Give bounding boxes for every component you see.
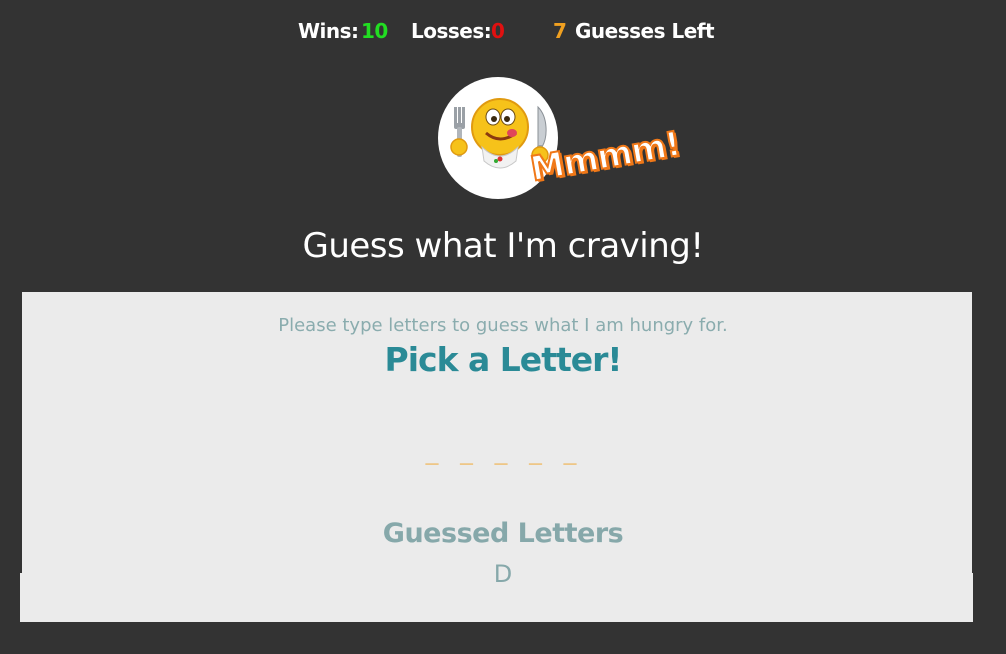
pick-letter-prompt: Pick a Letter! xyxy=(384,340,623,379)
instructions-text: Please type letters to guess what I am h… xyxy=(278,315,728,336)
losses-label: Losses: xyxy=(411,19,492,43)
guessed-letters-list: D xyxy=(493,560,513,588)
losses-count: 0 xyxy=(491,19,505,43)
guessed-letters-heading: Guessed Letters xyxy=(382,518,624,549)
guesses-left-label: Guesses Left xyxy=(575,19,715,43)
wins-count: 10 xyxy=(361,19,388,43)
score-bar: Wins: 10 Losses: 0 7 Guesses Left xyxy=(0,14,1006,48)
word-blanks: _ _ _ _ _ xyxy=(425,440,581,465)
logo: Mmmm! xyxy=(438,77,684,207)
page-title: Guess what I'm craving! xyxy=(302,226,704,266)
guesses-left-count: 7 xyxy=(553,19,567,43)
wins-label: Wins: xyxy=(298,19,359,43)
